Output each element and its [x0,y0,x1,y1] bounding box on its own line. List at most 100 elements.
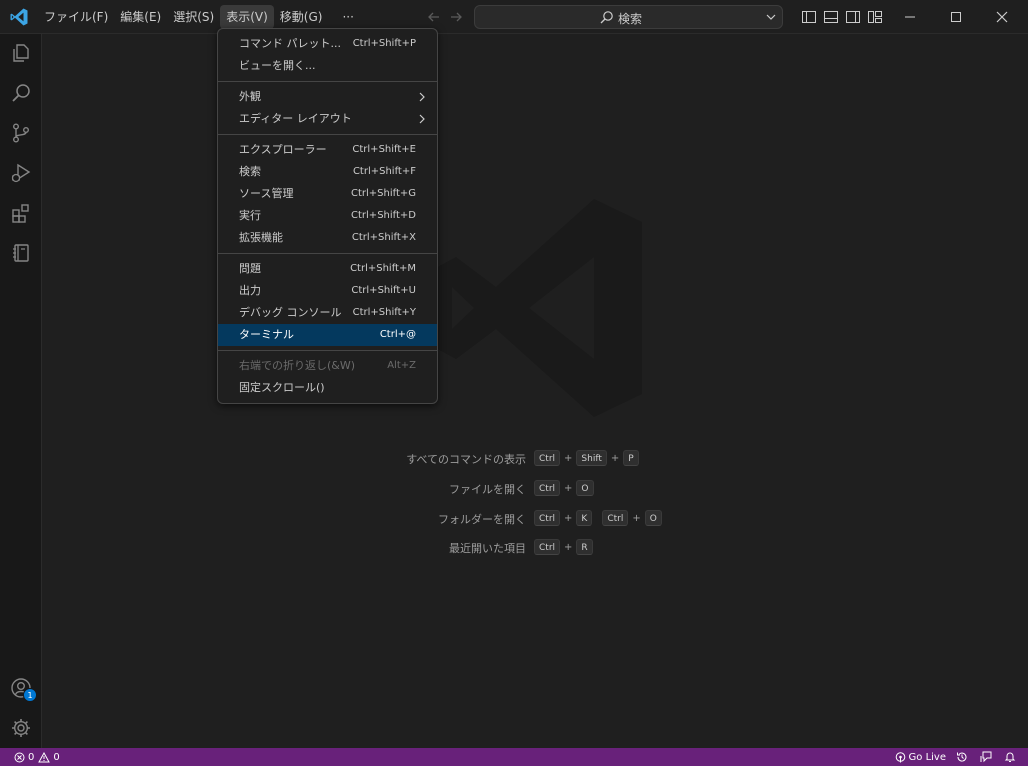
menu-item[interactable]: 編集(E) [114,5,167,29]
view-menu-item[interactable]: コマンド パレット... Ctrl+Shift+P [218,33,437,55]
feedback-icon[interactable] [980,751,992,763]
run-debug-icon[interactable] [10,162,32,184]
toggle-panel-icon[interactable] [823,9,839,25]
shortcut-label: フォルダーを開く [438,513,526,526]
menu-item[interactable]: 選択(S) [167,5,220,29]
explorer-icon[interactable] [10,42,32,64]
editor-area[interactable]: すべてのコマンドの表示 Ctrl + Shift + P ファイルを開く Ctrl + O フォルダ… [42,35,1028,748]
view-menu-item[interactable]: エクスプローラー Ctrl+Shift+E [218,139,437,161]
menu-item-label: コマンド パレット... [239,37,341,50]
notifications-bell-icon[interactable] [1004,751,1016,763]
view-menu-item[interactable]: 問題 Ctrl+Shift+M [218,258,437,280]
menu-item-label: 問題 [239,262,261,275]
menu-item-shortcut: Ctrl+Shift+E [352,144,416,155]
shortcut-row: フォルダーを開く Ctrl + K Ctrl + O [342,509,742,527]
extensions-icon[interactable] [10,202,32,224]
history-icon[interactable] [956,751,968,763]
menu-item-label: ビューを開く... [239,59,316,72]
menu-item-label: エクスプローラー [239,143,327,156]
menu-item[interactable]: 表示(V) [220,5,274,29]
menu-item-label: 外観 [239,90,261,103]
shortcut-label: 最近開いた項目 [449,542,526,555]
customize-layout-icon[interactable] [867,9,883,25]
search-icon[interactable] [10,82,32,104]
view-menu-item[interactable]: エディター レイアウト [218,108,437,130]
menu-separator [218,81,437,82]
view-menu-item[interactable]: 拡張機能 Ctrl+Shift+X [218,227,437,249]
menu-item-label: 実行 [239,209,261,222]
menu-item-shortcut: Ctrl+Shift+G [350,188,416,199]
keycap: Shift [576,450,607,466]
menu-item-shortcut: Alt+Z [387,360,416,371]
chevron-down-icon[interactable] [764,10,778,24]
view-menu-item[interactable]: ターミナル Ctrl+@ [218,324,437,346]
keycap: O [644,510,662,526]
broadcast-icon [895,751,905,762]
menu-item-label: 固定スクロール() [239,381,325,394]
submenu-chevron-right-icon [419,114,425,124]
menu-item-label: デバッグ コンソール [239,306,342,319]
more-menu-button[interactable]: ··· [336,5,359,29]
shortcut-keys: Ctrl + R [534,538,593,556]
view-menu-item[interactable]: 固定スクロール() [218,377,437,399]
key-plus: + [564,541,573,553]
menu-item-label: 拡張機能 [239,231,283,244]
menu-item-shortcut: Ctrl+Shift+F [352,166,416,177]
manage-gear-icon[interactable] [10,717,32,739]
key-plus: + [610,452,620,464]
vscode-watermark-icon [434,199,642,417]
menu-separator [218,350,437,351]
key-plus: + [632,512,641,524]
go-live-label: Go Live [908,751,946,763]
menu-item-shortcut: Ctrl+Shift+D [351,210,416,221]
error-icon [14,752,25,762]
keycap: Ctrl [534,510,561,526]
view-menu-item: 右端での折り返し(&W) Alt+Z [218,355,437,377]
view-menu-item[interactable]: 実行 Ctrl+Shift+D [218,205,437,227]
maximize-button[interactable] [933,0,979,34]
view-menu-item[interactable]: 外観 [218,86,437,108]
menu-item-shortcut: Ctrl+@ [379,329,416,340]
shortcut-row: ファイルを開く Ctrl + O [342,479,742,497]
problems-status[interactable]: 0 0 [14,750,64,764]
view-menu-item[interactable]: 出力 Ctrl+Shift+U [218,280,437,302]
forward-arrow-icon[interactable] [448,9,464,25]
status-right: Go Live [895,748,1028,766]
shortcut-keys: Ctrl + O [534,479,594,497]
menu-item-label: 出力 [239,284,261,297]
view-menu-item[interactable]: デバッグ コンソール Ctrl+Shift+Y [218,302,437,324]
menu-item[interactable]: ファイル(F) [38,5,114,29]
view-menu-dropdown: コマンド パレット... Ctrl+Shift+P ビューを開く... 外観エディター… [217,28,438,404]
minimize-button[interactable] [887,0,933,34]
back-arrow-icon[interactable] [426,9,442,25]
menu-item-label: 右端での折り返し(&W) [239,359,356,372]
menu-item-shortcut: Ctrl+Shift+Y [352,307,416,318]
keycap: K [576,510,593,526]
key-plus: + [564,512,573,524]
menu-separator [218,134,437,135]
toggle-primary-sidebar-icon[interactable] [801,9,817,25]
warning-count: 0 [53,751,60,763]
activity-bar: 1 [0,34,42,748]
go-live-button[interactable]: Go Live [895,752,946,763]
toggle-secondary-sidebar-icon[interactable] [845,9,861,25]
notebook-icon[interactable] [10,242,32,264]
shortcut-row: 最近開いた項目 Ctrl + R [342,538,742,556]
menu-item[interactable]: 移動(G) [274,5,329,29]
shortcut-keys: Ctrl + Shift + P [534,449,639,467]
menu-item-shortcut: Ctrl+Shift+U [351,285,416,296]
view-menu-item[interactable]: 検索 Ctrl+Shift+F [218,161,437,183]
view-menu-item[interactable]: ソース管理 Ctrl+Shift+G [218,183,437,205]
view-menu-item[interactable]: ビューを開く... [218,55,437,77]
status-bar: 0 0 Go Live [0,748,1028,766]
submenu-chevron-right-icon [419,92,425,102]
shortcut-row: すべてのコマンドの表示 Ctrl + Shift + P [342,449,742,467]
close-button[interactable] [979,0,1025,34]
command-center-search[interactable]: 検索 [474,5,783,29]
shortcut-keys: Ctrl + K Ctrl + O [534,509,662,527]
key-plus: + [564,452,573,464]
menu-item-label: 検索 [239,165,261,178]
vscode-logo-icon[interactable] [9,7,29,27]
shortcut-label: すべてのコマンドの表示 [406,453,526,466]
source-control-icon[interactable] [10,122,32,144]
